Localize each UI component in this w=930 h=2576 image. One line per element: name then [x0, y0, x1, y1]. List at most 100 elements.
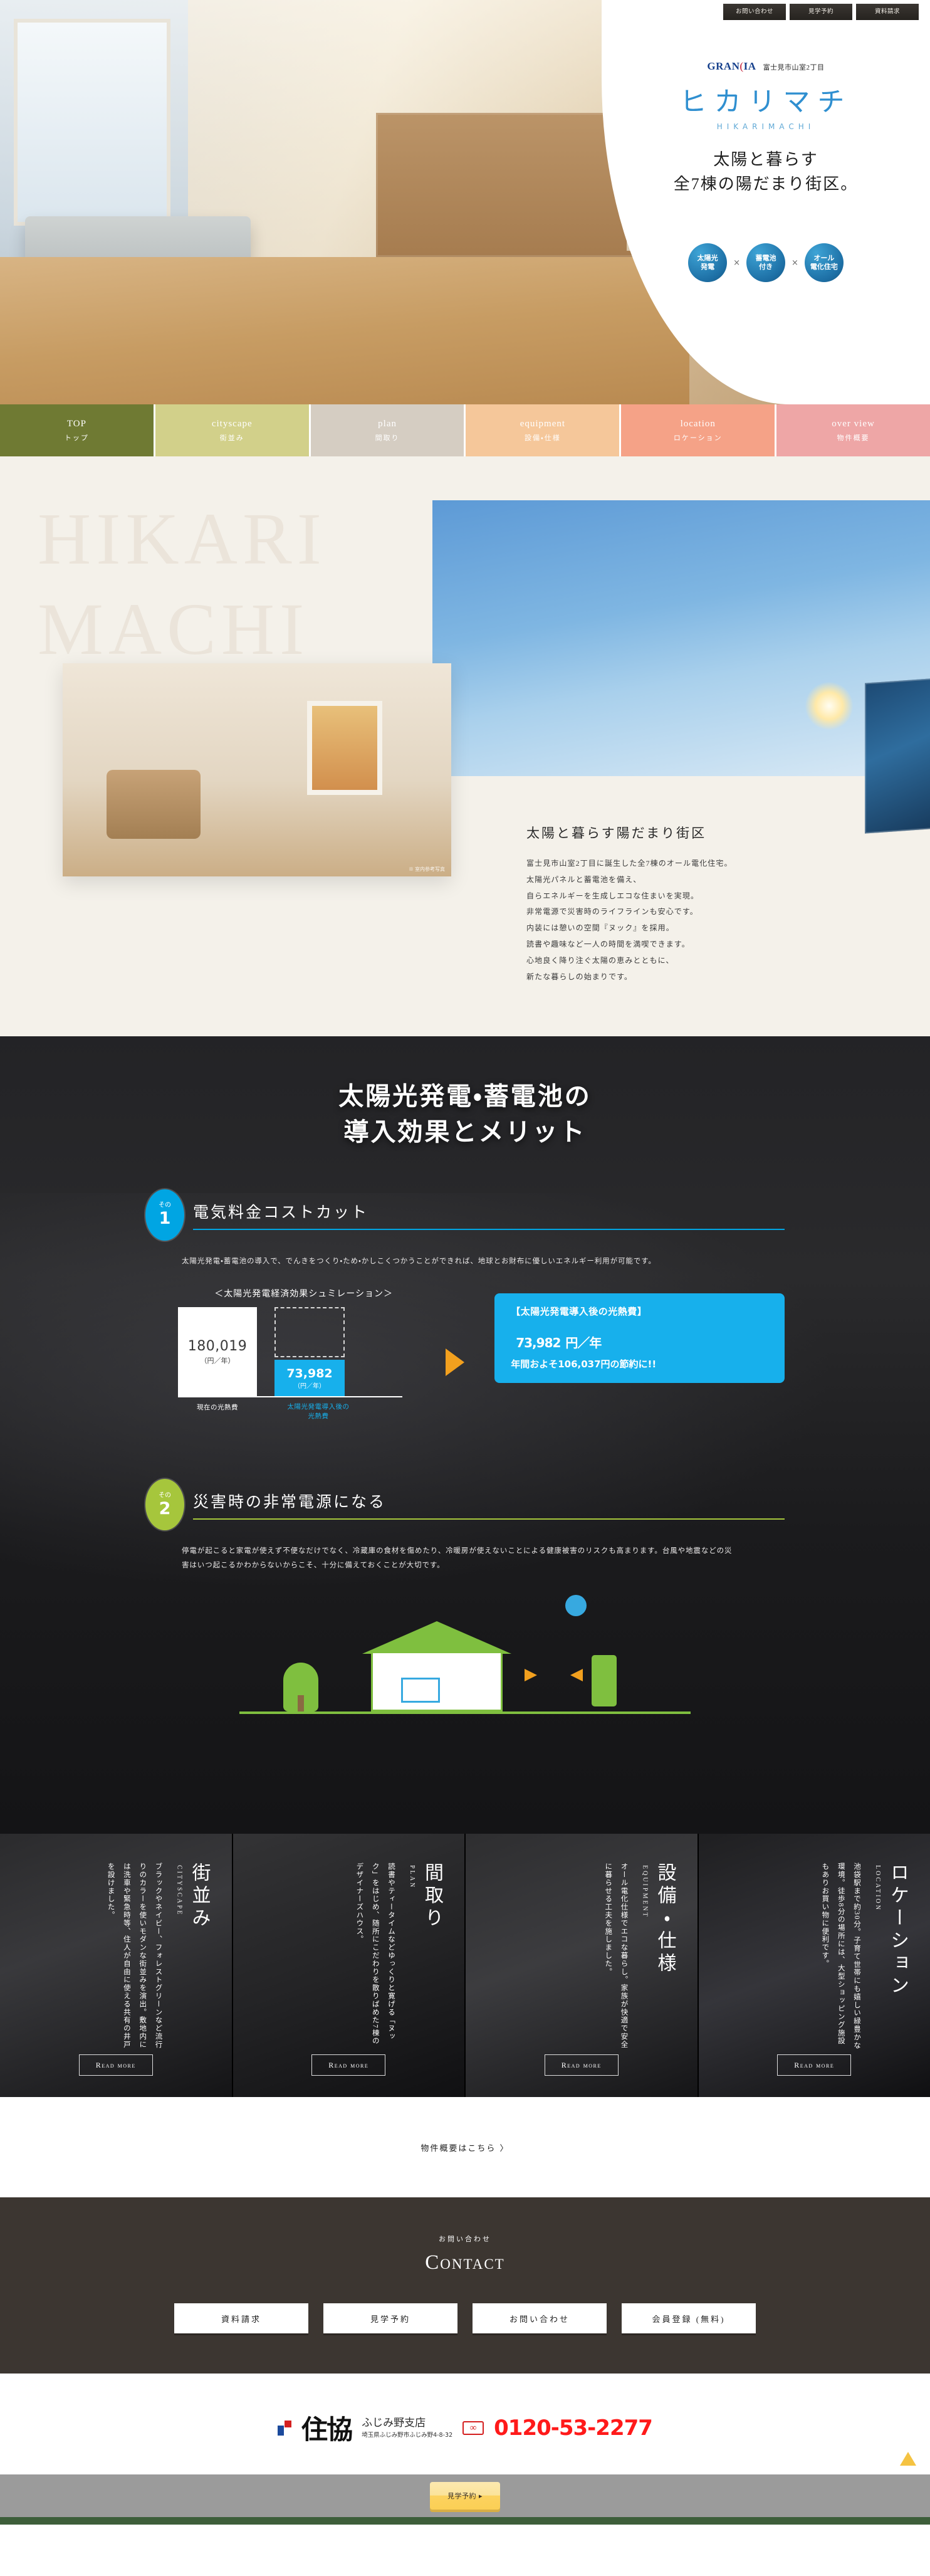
- card-plan-title-jp: 間取り: [422, 1863, 442, 1930]
- merit-2-badge-number: 2: [159, 1498, 171, 1518]
- card-plan-heads: 間取り PLAN: [409, 1863, 446, 2097]
- overview-link[interactable]: 物件概要はこちら 〉: [421, 2142, 509, 2153]
- menu-item-location-en: location: [680, 418, 716, 429]
- contact-button-tour[interactable]: 見学予約: [323, 2303, 457, 2333]
- brand-tagline-line1: 太陽と暮らす: [713, 150, 818, 169]
- hero-window: [14, 19, 170, 226]
- result-value: 73,982: [516, 1335, 561, 1351]
- merit-1-rule: [193, 1228, 785, 1230]
- intro-watermark-line1: HIKARI: [38, 498, 327, 580]
- merit-2-head: その 2 災害時の非常電源になる: [145, 1479, 785, 1531]
- menu-item-top[interactable]: TOP トップ: [0, 404, 155, 456]
- sticky-reserve-button[interactable]: 見学予約 ▸: [430, 2482, 500, 2510]
- company-mark-icon: [278, 2420, 292, 2436]
- menu-item-plan[interactable]: plan 間取り: [310, 404, 466, 456]
- phone-number[interactable]: 0120-53-2277: [494, 2416, 653, 2441]
- bar-before-value: 180,019: [187, 1338, 248, 1354]
- card-cityscape-readmore[interactable]: Read more: [78, 2054, 153, 2076]
- company-logo: 住協: [301, 2414, 353, 2445]
- card-plan-title-en: PLAN: [409, 1865, 415, 1890]
- menu-item-overview[interactable]: over view 物件概要: [776, 404, 930, 456]
- bar-after-label: 太陽光発電導入後の 光熱費: [287, 1404, 350, 1421]
- intro-body: 富士見市山室2丁目に誕生した全7棟のオール電化住宅。 太陽光パネルと蓄電池を備え…: [526, 859, 733, 981]
- merit-heading-line1: 太陽光発電・蓄電池の: [338, 1082, 592, 1111]
- contact-button-register[interactable]: 会員登録 (無料): [622, 2303, 756, 2333]
- menu-item-equipment[interactable]: equipment 設備・仕様: [466, 404, 622, 456]
- grania-logo: GRAN(IA: [707, 60, 756, 72]
- illustration-sun-icon: [565, 1595, 587, 1617]
- header-nav-brochure[interactable]: 資料請求: [856, 4, 919, 20]
- main-menu: TOP トップ cityscape 街並み plan 間取り equipment…: [0, 404, 930, 456]
- card-plan-readmore[interactable]: Read more: [311, 2054, 386, 2076]
- simulation-arrow-icon: [446, 1348, 478, 1377]
- contact-button-inquiry[interactable]: お問い合わせ: [473, 2303, 607, 2333]
- menu-item-top-en: TOP: [66, 418, 86, 429]
- menu-item-equipment-jp: 設備・仕様: [525, 434, 561, 442]
- card-location-title-en: LOCATION: [874, 1865, 881, 1911]
- card-equipment-readmore[interactable]: Read more: [544, 2054, 619, 2076]
- merit-2-title-wrap: 災害時の非常電源になる: [193, 1490, 785, 1520]
- badge-battery: 蓄電池 付き: [746, 243, 785, 282]
- room-artwork: [307, 701, 382, 795]
- menu-item-equipment-en: equipment: [520, 418, 566, 429]
- card-cityscape-text: ブラックやネイビー、フォレストグリーンなど流行りのカラーを使いモダンな街並みを演…: [107, 1863, 162, 2049]
- page-root: お問い合わせ 見学予約 資料請求 GRAN(IA 富士見市山室2丁目 ヒカリマチ…: [0, 0, 930, 2525]
- sun-glow-icon: [805, 682, 853, 730]
- merit-section: 太陽光発電・蓄電池の 導入効果とメリット その 1 電気料金コストカット 太陽光…: [0, 1036, 930, 1834]
- simulation-chart: ＜太陽光発電経済効果シュミレーション＞ 180,019 （円／年） 73,982…: [178, 1287, 429, 1421]
- illustration-ground: [239, 1711, 691, 1715]
- result-savings: 年間およそ106,037円の節約に!!: [511, 1358, 657, 1370]
- brand-tagline: 太陽と暮らす 全7棟の陽だまり街区。: [602, 147, 930, 196]
- card-cityscape-heads: 街並み CITYSCAPE: [176, 1863, 213, 2097]
- brand-logo-jp: ヒカリマチ: [679, 87, 852, 118]
- header-nav-contact[interactable]: お問い合わせ: [723, 4, 786, 20]
- result-title: 【太陽光発電導入後の光熱費】: [511, 1306, 647, 1318]
- card-equipment-title-jp: 設備・仕様: [654, 1863, 676, 1975]
- card-equipment[interactable]: 設備・仕様 EQUIPMENT オール電化仕様でエコな暮らし。家族が快適で安全に…: [466, 1834, 699, 2097]
- bar-before-unit: （円／年）: [200, 1356, 235, 1365]
- merit-1-badge: その 1: [145, 1189, 184, 1241]
- contact-section: お問い合わせ Contact 資料請求 見学予約 お問い合わせ 会員登録 (無料…: [0, 2197, 930, 2374]
- card-location[interactable]: ロケーション LOCATION 池袋駅まで約30分。子育て世帯にも嬉しい緑豊かな…: [698, 1834, 930, 2097]
- merit-heading: 太陽光発電・蓄電池の 導入効果とメリット: [0, 1036, 930, 1150]
- menu-item-plan-en: plan: [378, 418, 397, 429]
- back-to-top-button[interactable]: [900, 2452, 916, 2468]
- branch-address: 埼玉県ふじみ野市ふじみ野4-8-32: [362, 2431, 453, 2439]
- header-nav-tour[interactable]: 見学予約: [790, 4, 852, 20]
- merit-2-badge: その 2: [145, 1479, 184, 1531]
- merit-1-badge-number: 1: [159, 1209, 171, 1229]
- card-plan[interactable]: 間取り PLAN 読書やティータイムなどゆっくりと寛げる「ヌック」をはじめ、随所…: [232, 1834, 466, 2097]
- contact-small-title: お問い合わせ: [439, 2236, 491, 2243]
- intro-copy: 太陽と暮らす陽だまり街区 富士見市山室2丁目に誕生した全7棟のオール電化住宅。 …: [526, 823, 877, 985]
- menu-item-overview-en: over view: [832, 418, 875, 429]
- card-cityscape-title-en: CITYSCAPE: [175, 1865, 183, 1916]
- result-unit: 円／年: [565, 1335, 602, 1351]
- bar-before: 180,019 （円／年）: [178, 1307, 257, 1397]
- menu-item-cityscape[interactable]: cityscape 街並み: [155, 404, 311, 456]
- hero-table: [94, 315, 251, 345]
- menu-item-location[interactable]: location ロケーション: [621, 404, 777, 456]
- merit-1-badge-small: その: [159, 1202, 171, 1209]
- intro-watermark: HIKARI MACHI: [38, 494, 327, 675]
- bar-after: 73,982 （円／年）: [274, 1360, 345, 1397]
- sticky-bottom-bar: 見学予約 ▸: [0, 2452, 930, 2517]
- brand-tagline-line2: 全7棟の陽だまり街区。: [673, 175, 859, 193]
- menu-item-cityscape-jp: 街並み: [219, 434, 244, 442]
- contact-button-brochure[interactable]: 資料請求: [174, 2303, 308, 2333]
- cost-simulation: ＜太陽光発電経済効果シュミレーション＞ 180,019 （円／年） 73,982…: [178, 1287, 785, 1421]
- menu-item-overview-jp: 物件概要: [837, 434, 870, 442]
- card-cityscape[interactable]: 街並み CITYSCAPE ブラックやネイビー、フォレストグリーンなど流行りのカ…: [0, 1834, 233, 2097]
- menu-item-plan-jp: 間取り: [375, 434, 400, 442]
- card-plan-text: 読書やティータイムなどゆっくりと寛げる「ヌック」をはじめ、随所にこだわりを散りば…: [355, 1863, 395, 2045]
- result-value-row: 73,982 円／年: [511, 1318, 768, 1355]
- bar-savings-outline: [274, 1307, 345, 1358]
- brand-logo-roman: HIKARIMACHI: [716, 122, 815, 131]
- illustration-tv-icon: [401, 1678, 440, 1703]
- overview-link-row: 物件概要はこちら 〉: [0, 2097, 930, 2197]
- card-location-readmore[interactable]: Read more: [777, 2054, 852, 2076]
- hero-section: お問い合わせ 見学予約 資料請求 GRAN(IA 富士見市山室2丁目 ヒカリマチ…: [0, 0, 930, 404]
- brand-block: GRAN(IA 富士見市山室2丁目 ヒカリマチ HIKARIMACHI 太陽と暮…: [602, 60, 930, 196]
- hero-cabinet: [376, 113, 639, 257]
- badge-solar: 太陽光 発電: [688, 243, 728, 282]
- merit-2-rule: [193, 1518, 785, 1520]
